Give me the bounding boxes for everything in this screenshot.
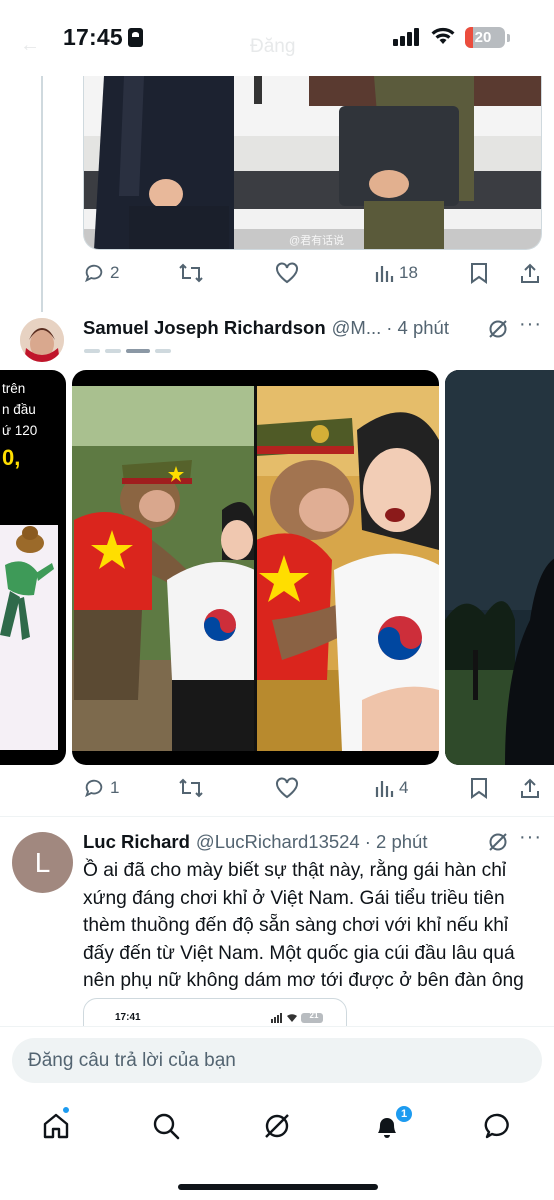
messages-icon	[484, 1113, 509, 1139]
like-button[interactable]	[275, 773, 299, 803]
notifications-badge: 1	[395, 1105, 413, 1123]
search-icon	[153, 1113, 180, 1140]
reply-icon	[85, 779, 103, 798]
back-arrow-icon[interactable]: ←	[20, 34, 40, 57]
tweet-text: Ồ ai đã cho mày biết sự thật này, rằng g…	[83, 857, 545, 995]
grok-icon[interactable]	[487, 318, 509, 340]
nav-messages[interactable]	[478, 1106, 518, 1146]
carousel-card-next[interactable]	[445, 370, 554, 765]
wifi-icon	[431, 27, 455, 44]
tweet-time: · 2 phút	[364, 831, 428, 852]
media-watermark: @君有话说	[289, 235, 345, 247]
reply-icon	[85, 264, 103, 283]
bookmark-icon	[471, 778, 487, 799]
more-options-icon[interactable]: ···	[519, 313, 542, 336]
avatar-letter: L	[34, 846, 51, 878]
avatar[interactable]: L	[12, 832, 73, 893]
share-icon	[521, 778, 539, 798]
avatar[interactable]	[20, 318, 64, 362]
media-photo	[84, 76, 541, 249]
bookmark-icon	[471, 263, 487, 284]
share-button[interactable]	[519, 773, 541, 803]
bookmark-button[interactable]	[469, 258, 489, 288]
carousel-card-prev[interactable]: trên n đầu ứ 120 0,	[0, 370, 66, 765]
page-title: Đăng	[250, 36, 296, 57]
reply-count: 2	[110, 263, 120, 282]
carousel-indicator	[84, 349, 171, 353]
like-button[interactable]	[275, 258, 299, 288]
grok-icon	[265, 1114, 289, 1138]
heart-icon	[276, 262, 298, 284]
tweet-actions-samuel: 1 4	[0, 773, 554, 803]
cellular-signal-icon	[393, 28, 421, 46]
nav-grok[interactable]	[257, 1106, 297, 1146]
monkey-collage-image	[72, 386, 439, 751]
tweet-text-line: Ồ ai đã cho mày biết sự thật này, rằng g…	[83, 860, 507, 881]
orientation-lock-icon	[128, 28, 143, 47]
tweet-text-line: xứng đáng chơi khỉ ở Việt Nam. Gái tiểu …	[83, 887, 505, 909]
reply-bar	[0, 1026, 554, 1094]
home-icon	[43, 1113, 69, 1139]
battery-indicator: 20	[465, 27, 505, 48]
retweet-icon	[179, 263, 203, 283]
reply-button[interactable]: 1	[83, 773, 119, 803]
prev-card-illustration	[0, 525, 58, 750]
next-card-image	[445, 370, 554, 765]
tweet-actions-top: 2 18	[0, 258, 554, 288]
tweet-time: · 4 phút	[386, 317, 449, 338]
tweet-media-image[interactable]: @君有话说	[83, 76, 542, 250]
reply-count: 1	[110, 778, 120, 797]
views-button[interactable]: 18	[374, 258, 418, 288]
tweet-text-line: thèm thuồng đến độ sẵn sàng chơi với khỉ…	[83, 915, 509, 936]
battery-tip	[507, 34, 510, 42]
status-time: 17:45	[63, 24, 123, 50]
bookmark-button[interactable]	[469, 773, 489, 803]
author-name[interactable]: Luc Richard	[83, 831, 190, 853]
tweet-divider	[0, 816, 554, 817]
share-icon	[521, 263, 539, 283]
retweet-button[interactable]	[178, 773, 204, 803]
nav-home[interactable]	[36, 1106, 76, 1146]
avatar-image	[20, 318, 64, 362]
more-options-icon[interactable]: ···	[519, 826, 542, 849]
quoted-status-time: 17:41	[115, 1012, 141, 1023]
tweet-header: Samuel Joseph Richardson @M... · 4 phút	[83, 315, 449, 341]
author-handle[interactable]: @LucRichard13524	[196, 831, 360, 853]
author-handle[interactable]: @M...	[332, 317, 382, 339]
tweet-text-line: đấy đến từ Việt Nam. Một quốc gia cúi đầ…	[83, 942, 515, 964]
grok-icon[interactable]	[487, 831, 509, 853]
heart-icon	[276, 777, 298, 799]
home-badge	[62, 1106, 70, 1114]
retweet-icon	[179, 778, 203, 798]
quoted-battery: 21	[309, 1011, 319, 1020]
share-button[interactable]	[519, 258, 541, 288]
views-count: 4	[399, 778, 409, 797]
reply-button[interactable]: 2	[83, 258, 119, 288]
retweet-button[interactable]	[178, 258, 204, 288]
views-button[interactable]: 4	[374, 773, 408, 803]
views-icon	[375, 266, 394, 282]
status-bar: ← Đăng 17:45 20	[0, 0, 554, 76]
tweet-header: Luc Richard @LucRichard13524 · 2 phút	[83, 829, 427, 855]
views-icon	[375, 781, 394, 797]
prev-card-text: trên n đầu ứ 120 0,	[2, 381, 38, 470]
tweet-text-line: nên phụ nữ không dám mơ tới được ở bên đ…	[83, 970, 524, 991]
home-indicator	[178, 1184, 378, 1190]
reply-input[interactable]	[12, 1038, 542, 1083]
nav-search[interactable]	[146, 1106, 186, 1146]
carousel-card-main[interactable]	[72, 370, 439, 765]
media-carousel[interactable]: trên n đầu ứ 120 0,	[0, 370, 554, 765]
author-name[interactable]: Samuel Joseph Richardson	[83, 317, 326, 339]
views-count: 18	[399, 263, 418, 282]
